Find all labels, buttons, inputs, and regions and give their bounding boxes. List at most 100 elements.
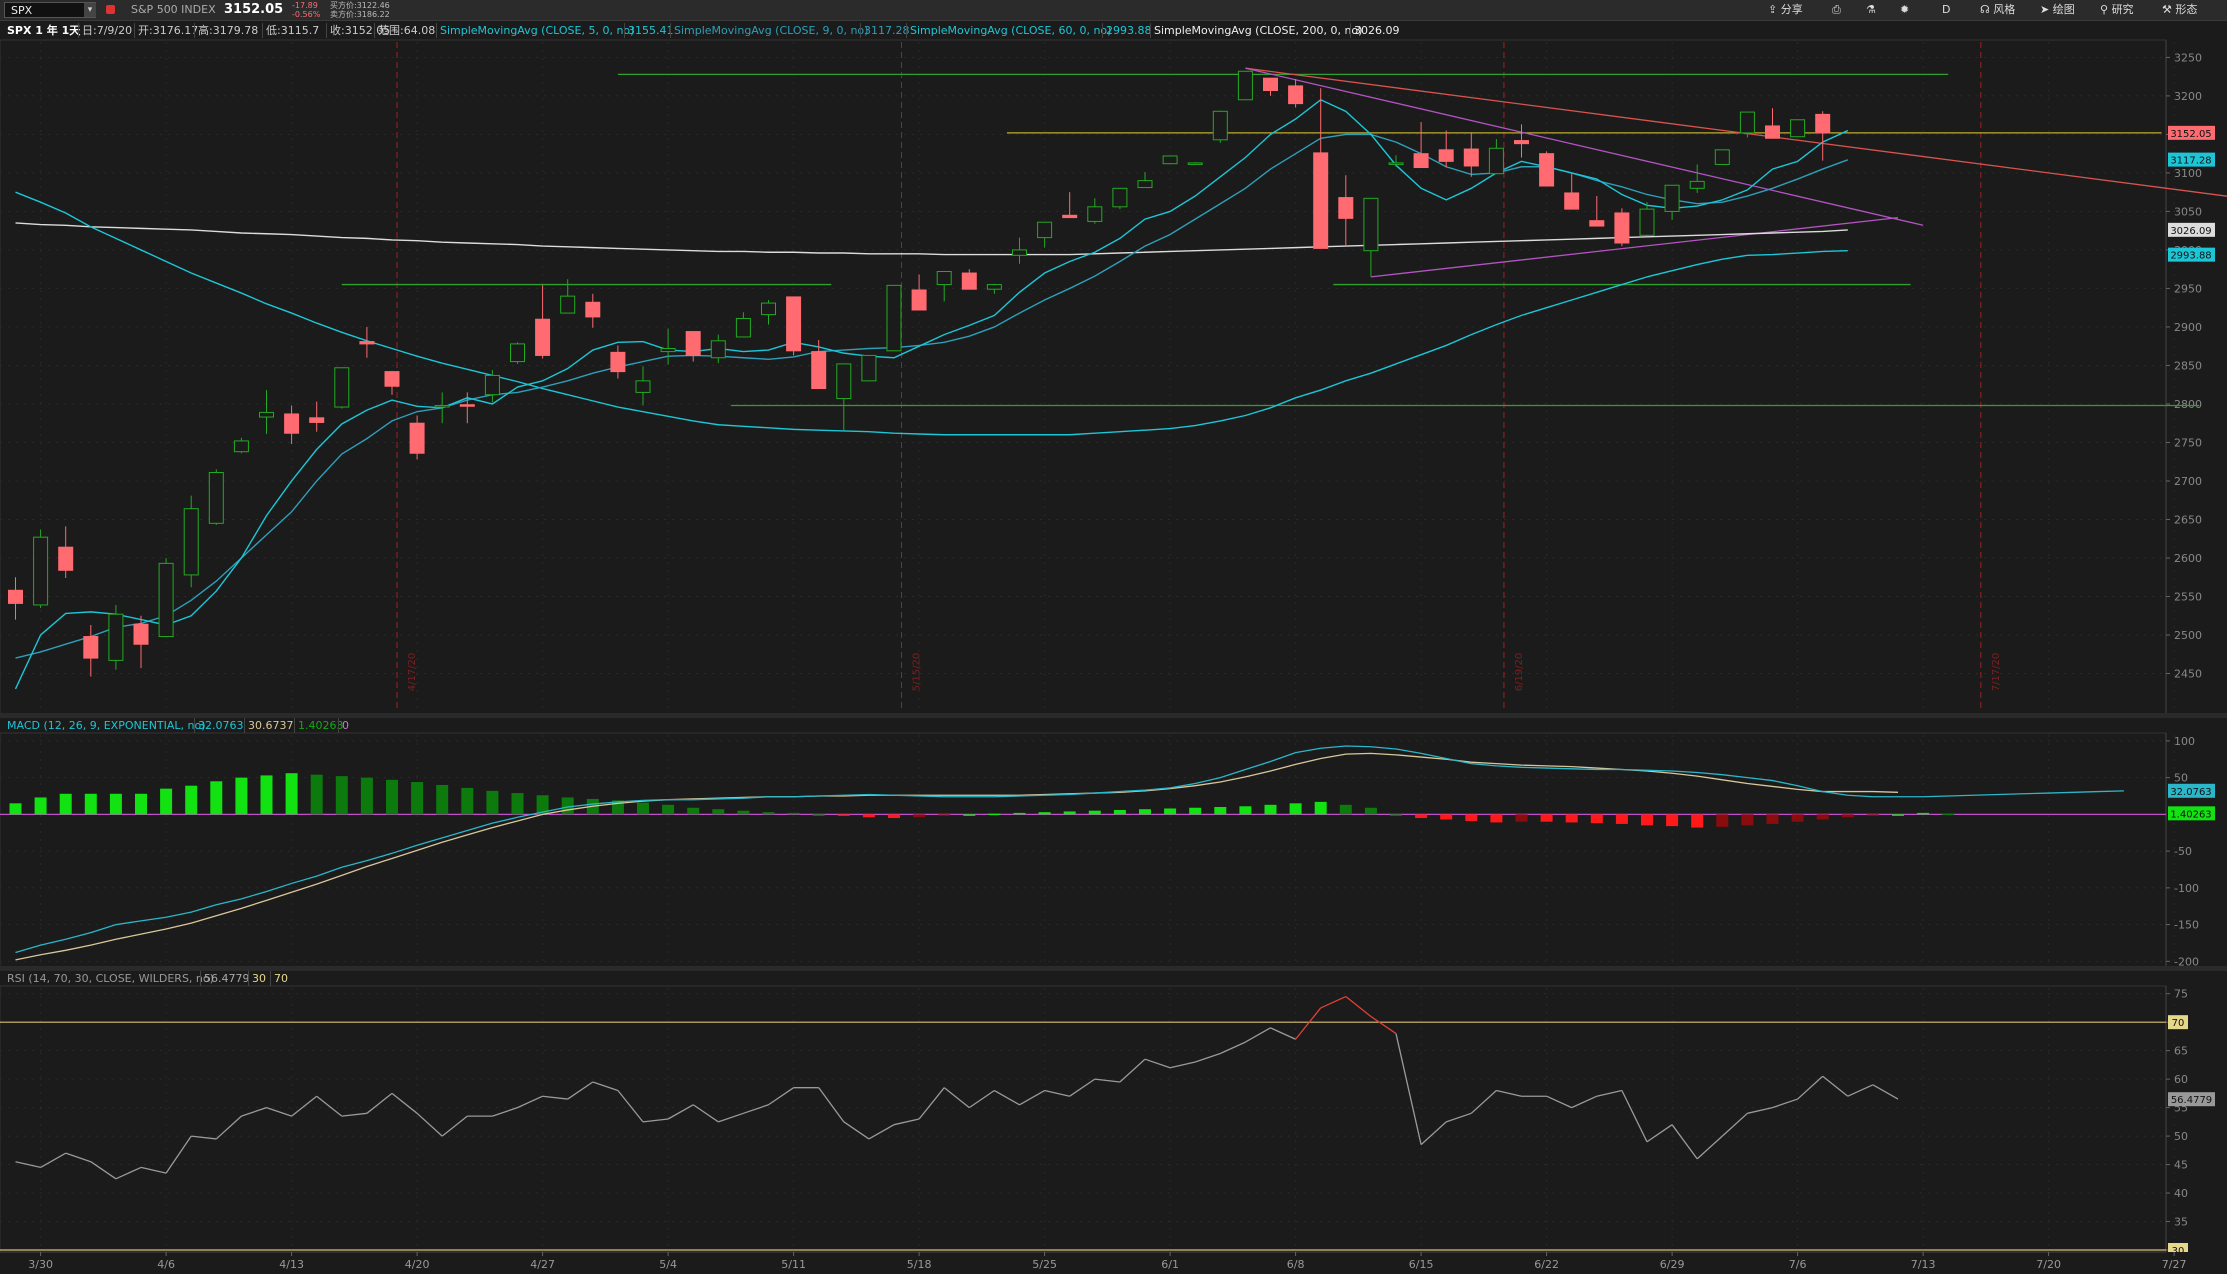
share-icon: ⇪ (1768, 3, 1778, 16)
rsi-line-segment (1119, 1058, 1146, 1083)
rsi-line-segment (40, 1152, 67, 1168)
macd-histogram-bar (1314, 801, 1327, 815)
candle-body (284, 413, 300, 434)
rsi-line-segment (818, 1087, 845, 1123)
candle-body (1087, 206, 1103, 222)
price-y-tick-label: 2700 (2174, 475, 2202, 488)
sma60-label[interactable]: SimpleMovingAvg (CLOSE, 60, 0, no) (906, 23, 1114, 38)
macd-histogram-bar (360, 777, 373, 815)
candle-body (1463, 148, 1479, 167)
sma9-value: 3117.28 (860, 23, 913, 38)
macd-histogram-bar (1088, 810, 1101, 815)
settings-button[interactable]: ✹ (1900, 0, 1909, 20)
rsi-line-segment (1144, 1058, 1171, 1069)
macd-histogram-bar (1465, 814, 1478, 821)
last-value-badge (2168, 247, 2215, 262)
price-y-tick-label: 3100 (2174, 167, 2202, 180)
sma9-label[interactable]: SimpleMovingAvg (CLOSE, 9, 0, no) (670, 23, 871, 38)
rsi-line-segment (65, 1152, 92, 1163)
rsi-last-text: 56.4779 (2171, 1095, 2212, 1106)
chart-period-label[interactable]: SPX 1 年 1天 (4, 23, 83, 38)
macd-histogram-bar (762, 812, 775, 815)
rsi-line-segment (90, 1161, 117, 1180)
x-axis-band (0, 1252, 2227, 1274)
x-tick-label: 6/8 (1287, 1258, 1305, 1271)
last-price: 3152.05 (224, 2, 284, 17)
x-axis: 3/30 4/6 4/13 4/20 4/27 5/4 5/11 5/18 5/25 6/1 6/8… (0, 1251, 2227, 1274)
rsi-line-segment (1596, 1089, 1623, 1097)
x-tick-label: 5/4 (659, 1258, 677, 1271)
rsi-line-segment (1797, 1075, 1824, 1100)
rsi-line-segment (1470, 1090, 1497, 1114)
info-icon[interactable]: ! (10, 46, 24, 60)
macd-histogram-bar (210, 781, 223, 815)
candle-body (1263, 77, 1278, 92)
candle-body (1388, 162, 1404, 165)
candle-body (1539, 153, 1555, 187)
bar-date: 日:7/9/20 (78, 23, 135, 38)
flag-icon[interactable] (106, 5, 115, 14)
rsi-line-segment (215, 1115, 242, 1140)
period-selector[interactable]: D (1942, 0, 1950, 20)
rsi-label[interactable]: RSI (14, 70, 30, CLOSE, WILDERS, no) (4, 971, 217, 986)
patterns-label: 形态 (2175, 3, 2198, 16)
macd-histogram-bar (386, 779, 398, 815)
macd-histogram-bar (862, 814, 875, 818)
candle-body (1187, 162, 1203, 165)
price-y-tick-label: 2950 (2174, 282, 2202, 295)
macd-histogram-bar (1791, 814, 1804, 822)
x-tick-label: 6/15 (1409, 1258, 1434, 1271)
macd-histogram-bar (34, 797, 47, 815)
macd-histogram-bar (1139, 809, 1151, 815)
patterns-button[interactable]: ⚒ 形态 (2162, 0, 2197, 20)
sma200-label[interactable]: SimpleMovingAvg (CLOSE, 200, 0, no) (1150, 23, 1365, 38)
candle-body (1037, 221, 1053, 239)
macd-label[interactable]: MACD (12, 26, 9, EXPONENTIAL, no) (4, 718, 209, 733)
symbol-input[interactable]: SPX (4, 2, 96, 18)
rsi-line-segment (191, 1135, 217, 1140)
candle-body (685, 331, 701, 356)
macd-histogram-bar (1440, 814, 1453, 820)
macd-histogram-bar (1063, 811, 1076, 815)
candle-body (986, 284, 1002, 290)
price-y-tick-label: 3050 (2174, 205, 2202, 218)
share-button[interactable]: ⇪ 分享 (1768, 0, 1803, 20)
candle-body (836, 363, 852, 400)
candle-body (359, 341, 375, 345)
candle-body (811, 351, 827, 390)
candle-body (259, 411, 274, 418)
drawing-button[interactable]: ➤ 绘图 (2040, 0, 2075, 20)
candle-body (1664, 184, 1680, 212)
symbol-dropdown-icon[interactable]: ▾ (84, 3, 96, 17)
candle-body (58, 546, 74, 571)
style-button[interactable]: ☊ 风格 (1980, 0, 2015, 20)
x-tick-label: 6/22 (1534, 1258, 1559, 1271)
candle-body (1639, 208, 1655, 236)
studies-button[interactable]: ⚲ 研究 (2100, 0, 2134, 20)
rsi-line-segment (492, 1106, 518, 1117)
flask-button[interactable]: ⚗ (1866, 0, 1876, 20)
macd-histogram-bar (235, 777, 248, 815)
price-y-tick-label: 3150 (2174, 128, 2202, 141)
snapshot-button[interactable]: ⎙ (1832, 0, 1841, 20)
chart-canvas[interactable]: 2450 2500 2550 2600 2650 2700 2750 2800 2850 2900… (0, 0, 2227, 1274)
candle-body (510, 343, 525, 363)
candle-body (1363, 197, 1379, 252)
candle-body (886, 284, 902, 352)
sma5-label[interactable]: SimpleMovingAvg (CLOSE, 5, 0, no) (436, 23, 637, 38)
rsi-line-segment (994, 1089, 1020, 1106)
rsi-panel: 757065605550454035307056.477930 (0, 985, 2215, 1257)
date-marker-label: 7/17/20 (1991, 653, 2002, 692)
last-value-text: 3026.09 (2170, 226, 2211, 237)
candle-body (233, 440, 249, 453)
candle-body (1614, 212, 1630, 244)
rsi-line-segment (1194, 1052, 1221, 1063)
rsi-line-segment (1445, 1112, 1472, 1123)
candle-body (1237, 70, 1253, 101)
trend-line (1370, 216, 1899, 278)
x-tick-label: 7/13 (1911, 1258, 1936, 1271)
macd-histogram-bar (486, 790, 499, 815)
rsi-line-segment (1847, 1084, 1874, 1097)
rsi-line-segment (1019, 1089, 1045, 1106)
rsi-line-segment (1872, 1084, 1899, 1100)
